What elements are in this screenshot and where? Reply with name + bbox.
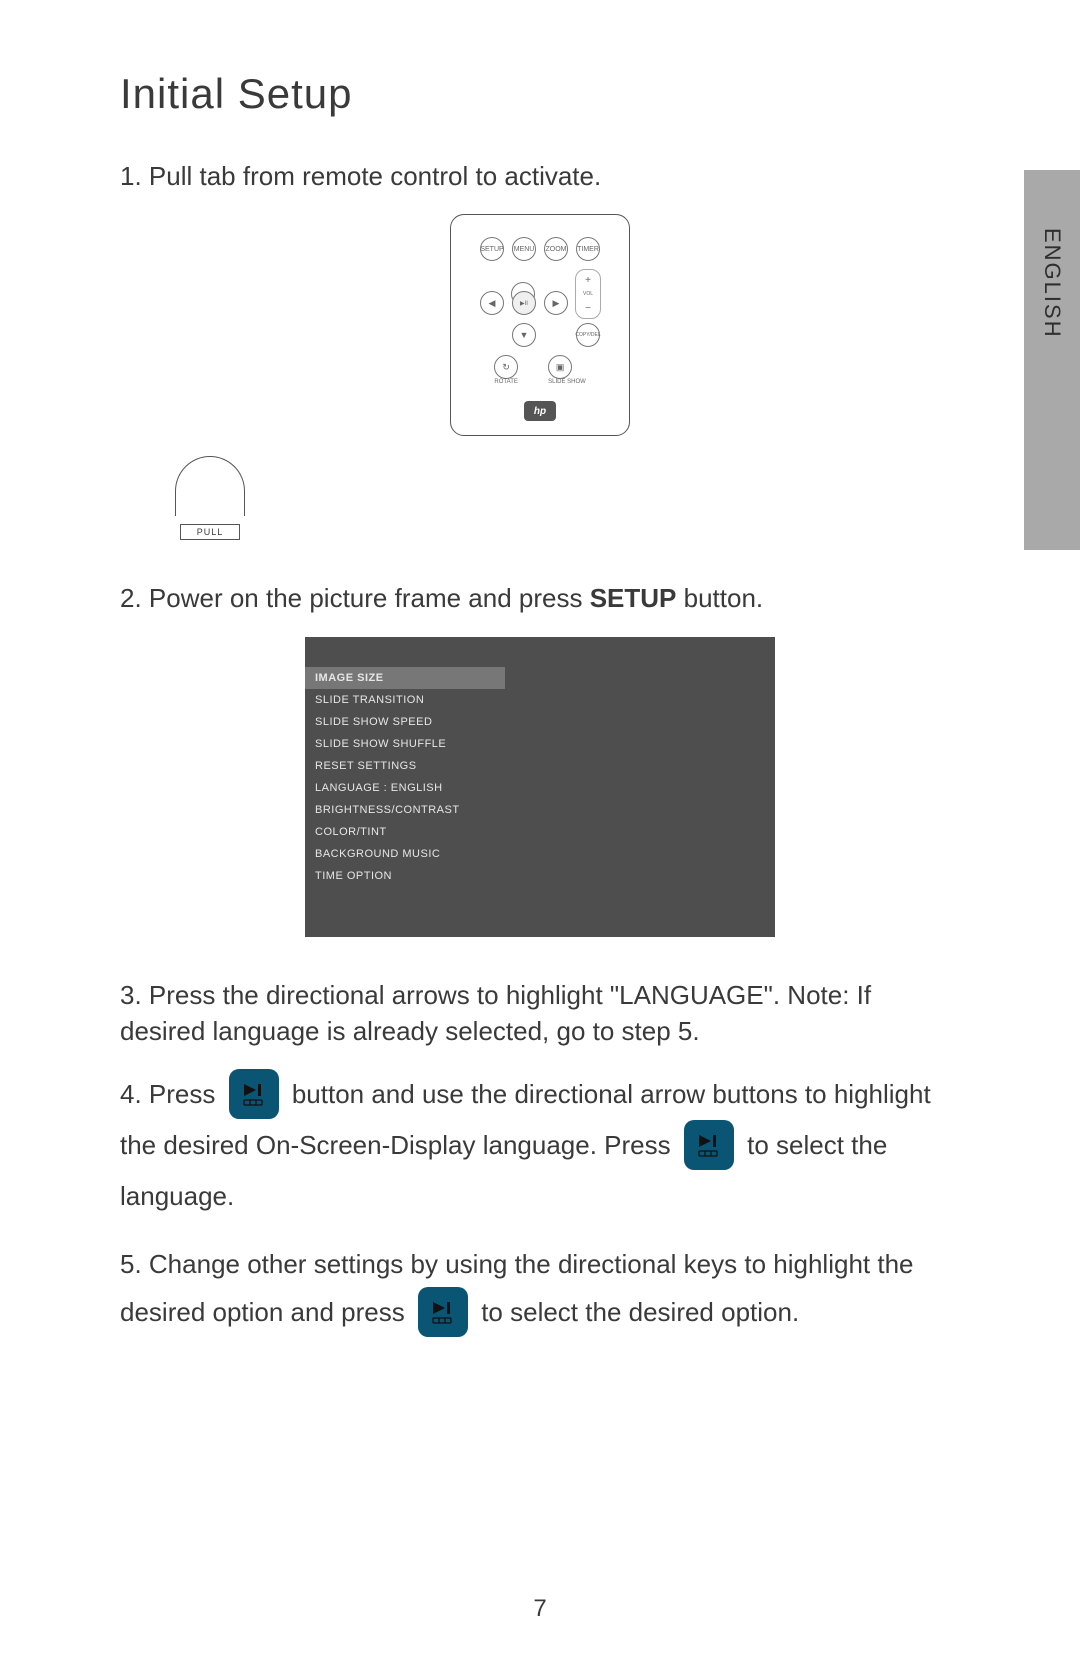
remote-setup-button: SETUP bbox=[480, 237, 504, 261]
setup-menu-list: IMAGE SIZE SLIDE TRANSITION SLIDE SHOW S… bbox=[305, 667, 505, 887]
step-2-text-a: 2. Power on the picture frame and press bbox=[120, 583, 590, 613]
step-2-setup-word: SETUP bbox=[590, 583, 677, 613]
remote-copydel-button: COPY/DEL bbox=[576, 323, 600, 347]
remote-right-button: ▶ bbox=[544, 291, 568, 315]
manual-page: ENGLISH Initial Setup 1. Pull tab from r… bbox=[0, 0, 1080, 1669]
menu-item-image-size: IMAGE SIZE bbox=[305, 667, 505, 689]
remote-vol-label: VOL bbox=[583, 291, 593, 297]
remote-control: SETUP MENU ZOOM TIMER ▲ + VOL − ◀ ▶II ▶ bbox=[450, 214, 630, 436]
remote-tab-slot: PULL bbox=[120, 456, 300, 540]
remote-left-button: ◀ bbox=[480, 291, 504, 315]
step-5: 5. Change other settings by using the di… bbox=[120, 1240, 960, 1339]
step-2-text-c: button. bbox=[676, 583, 763, 613]
hp-logo: hp bbox=[524, 401, 556, 421]
page-number: 7 bbox=[0, 1595, 1080, 1623]
remote-vol-up: + bbox=[579, 273, 597, 287]
pull-tab-label: PULL bbox=[180, 524, 240, 540]
step-2: 2. Power on the picture frame and press … bbox=[120, 580, 960, 616]
remote-rotate-label: ROTATE bbox=[494, 379, 518, 385]
menu-item-language: LANGUAGE : ENGLISH bbox=[305, 777, 505, 799]
setup-menu-figure: IMAGE SIZE SLIDE TRANSITION SLIDE SHOW S… bbox=[120, 637, 960, 937]
remote-zoom-button: ZOOM bbox=[544, 237, 568, 261]
play-select-icon bbox=[229, 1069, 279, 1119]
menu-item-background-music: BACKGROUND MUSIC bbox=[305, 843, 505, 865]
remote-timer-button: TIMER bbox=[576, 237, 600, 261]
setup-menu-screenshot: IMAGE SIZE SLIDE TRANSITION SLIDE SHOW S… bbox=[305, 637, 775, 937]
remote-down-button: ▼ bbox=[512, 323, 536, 347]
language-tab: ENGLISH bbox=[1024, 170, 1080, 550]
play-select-icon bbox=[684, 1120, 734, 1170]
remote-center-button: ▶II bbox=[512, 291, 536, 315]
step-4-text-a: 4. Press bbox=[120, 1079, 223, 1109]
menu-item-time-option: TIME OPTION bbox=[305, 865, 505, 887]
menu-item-slide-transition: SLIDE TRANSITION bbox=[305, 689, 505, 711]
menu-item-brightness-contrast: BRIGHTNESS/CONTRAST bbox=[305, 799, 505, 821]
step-5-text-b: to select the desired option. bbox=[481, 1297, 799, 1327]
play-select-icon bbox=[418, 1287, 468, 1337]
remote-menu-button: MENU bbox=[512, 237, 536, 261]
remote-rotate-button: ↻ bbox=[494, 355, 518, 379]
step-3: 3. Press the directional arrows to highl… bbox=[120, 977, 960, 1050]
step-4: 4. Press button and use the directional … bbox=[120, 1070, 960, 1220]
remote-slideshow-button: ▣ bbox=[548, 355, 572, 379]
remote-slideshow-label: SLIDE SHOW bbox=[548, 379, 586, 385]
menu-item-slide-show-shuffle: SLIDE SHOW SHUFFLE bbox=[305, 733, 505, 755]
remote-vol-down: − bbox=[579, 301, 597, 315]
menu-item-reset-settings: RESET SETTINGS bbox=[305, 755, 505, 777]
pull-tab-loop bbox=[175, 456, 245, 516]
remote-figure: SETUP MENU ZOOM TIMER ▲ + VOL − ◀ ▶II ▶ bbox=[120, 214, 960, 540]
menu-item-slide-show-speed: SLIDE SHOW SPEED bbox=[305, 711, 505, 733]
language-tab-label: ENGLISH bbox=[1039, 228, 1065, 339]
page-title: Initial Setup bbox=[120, 70, 960, 118]
remote-volume-group: + VOL − bbox=[575, 269, 601, 319]
step-1: 1. Pull tab from remote control to activ… bbox=[120, 158, 960, 194]
menu-item-color-tint: COLOR/TINT bbox=[305, 821, 505, 843]
